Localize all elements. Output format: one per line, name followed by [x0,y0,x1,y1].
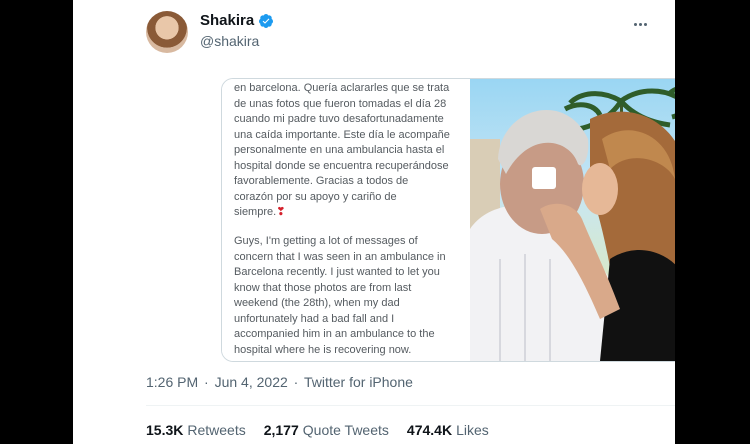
tweet-timestamp-row: 1:26 PM · Jun 4, 2022 · Twitter for iPho… [146,374,415,390]
tweet-card: Shakira @shakira en barcelona. Quería ac… [73,0,675,444]
quote-tweets-label: Quote Tweets [302,422,389,438]
retweets-stat[interactable]: 15.3K Retweets [146,422,246,438]
likes-stat[interactable]: 474.4K Likes [407,422,489,438]
display-name[interactable]: Shakira [200,12,254,29]
tweet-date[interactable]: Jun 4, 2022 [215,374,288,390]
media-text-screenshot: en barcelona. Quería aclararles que se t… [222,79,470,361]
engagement-stats: 15.3K Retweets 2,177 Quote Tweets 474.4K Li… [146,422,489,438]
retweets-count: 15.3K [146,422,184,438]
media-text-paragraph-1: en barcelona. Quería aclararles que se t… [234,81,462,221]
retweets-label: Retweets [187,422,246,438]
quote-tweets-stat[interactable]: 2,177 Quote Tweets [264,422,389,438]
divider [146,405,675,406]
more-options-icon[interactable] [628,14,652,34]
verified-badge-icon [258,13,274,29]
tweet-source[interactable]: Twitter for iPhone [304,374,413,390]
avatar[interactable] [146,11,188,53]
media-text-paragraph-1-text: en barcelona. Quería aclararles que se t… [234,82,450,218]
separator-dot: · [204,374,209,390]
tweet-time[interactable]: 1:26 PM [146,374,198,390]
quote-tweets-count: 2,177 [263,422,299,438]
photo-illustration [470,86,675,361]
heart-emoji-icon: ❣ [276,206,286,218]
tweet-media[interactable]: en barcelona. Quería aclararles que se t… [221,78,675,362]
author-name-row[interactable]: Shakira [200,12,274,29]
media-photo[interactable] [470,79,675,361]
likes-count: 474.4K [406,422,453,438]
tweet-header: Shakira @shakira [73,0,675,60]
separator-dot: · [293,374,299,390]
likes-label: Likes [456,422,489,438]
media-text-paragraph-2: Guys, I'm getting a lot of messages of c… [234,235,446,356]
handle[interactable]: @shakira [200,33,259,49]
